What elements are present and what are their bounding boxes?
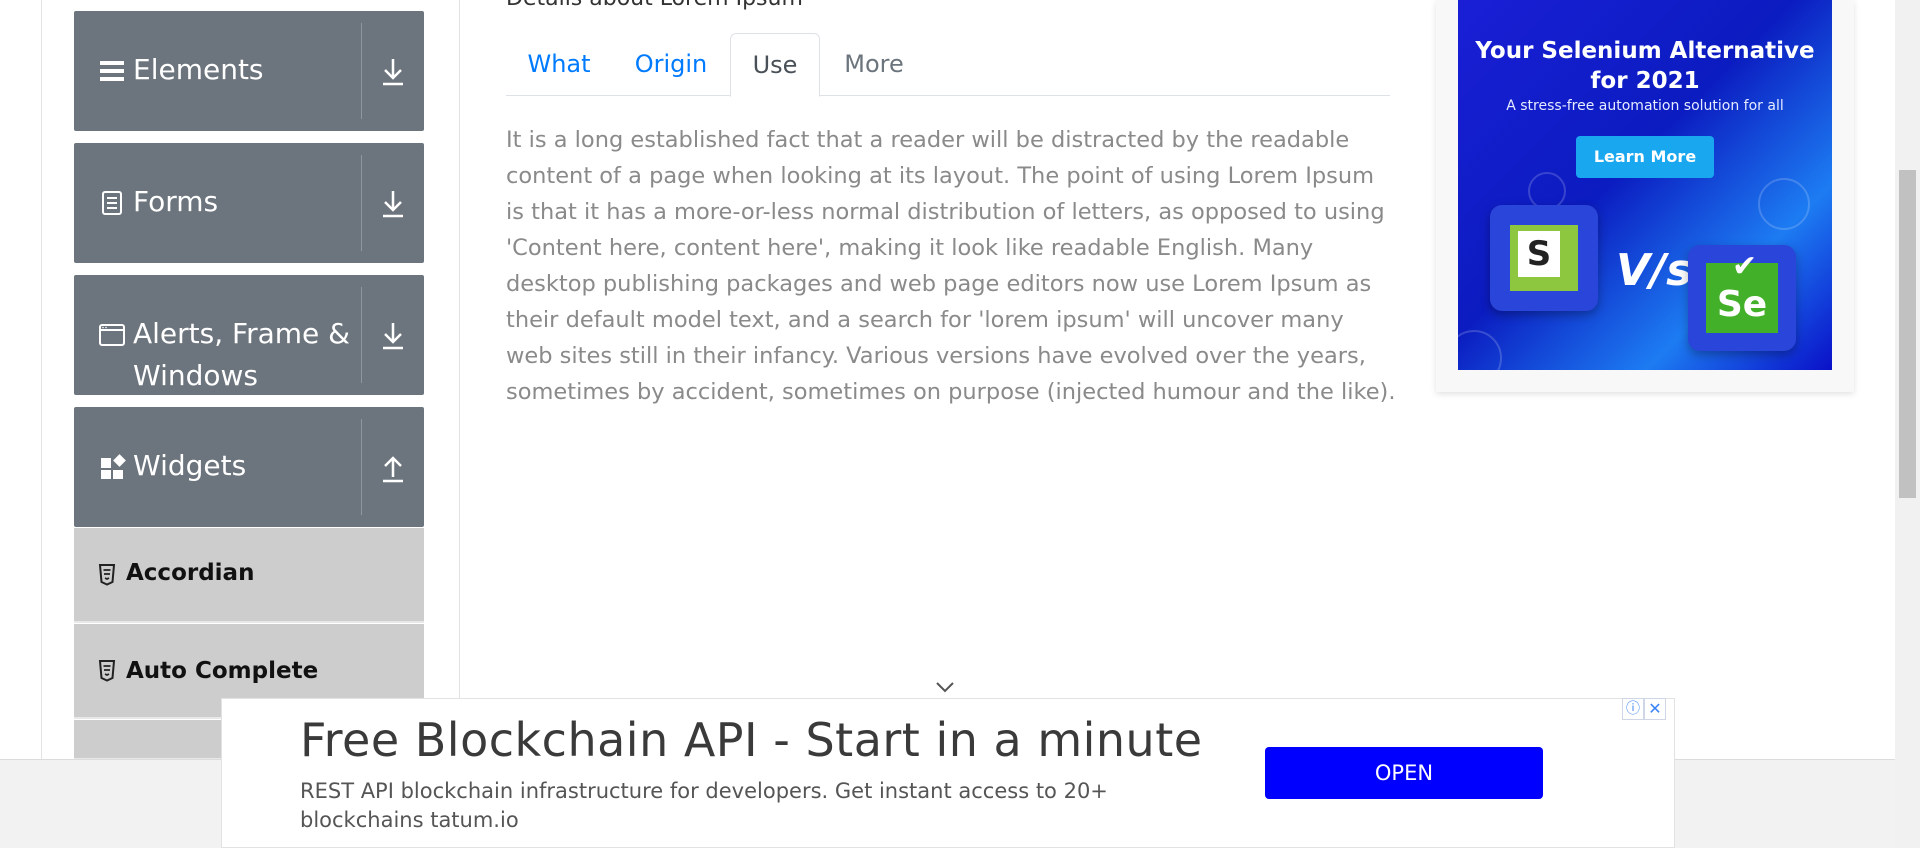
tab-content-text: It is a long established fact that a rea…: [506, 127, 1396, 405]
scrollbar-thumb[interactable]: [1899, 170, 1916, 498]
sidebar-item-label: Accordian: [126, 560, 255, 586]
sidebar-group-label: Forms: [133, 185, 219, 218]
html5-icon: [98, 564, 116, 586]
versus-text: V/s: [1616, 245, 1693, 296]
sidebar-group-alerts-frame-windows[interactable]: Alerts, Frame & Windows: [74, 275, 424, 395]
group-separator: [361, 23, 362, 119]
ad-close-icon[interactable]: ✕: [1644, 698, 1666, 720]
html5-icon: [98, 660, 116, 682]
ad-title-line2: for 2021: [1590, 68, 1700, 94]
ad-headline[interactable]: Free Blockchain API - Start in a minute: [300, 713, 1203, 767]
group-separator: [361, 287, 362, 383]
sidebar-group-label-line2: Windows: [133, 359, 258, 392]
sidebar-group-label-line1: Alerts, Frame &: [133, 317, 351, 350]
group-separator: [361, 155, 362, 251]
widgets-icon: [101, 454, 126, 479]
chevron-down-icon[interactable]: [934, 680, 956, 694]
download-arrow-icon[interactable]: [374, 185, 412, 223]
sidebar-divider: [459, 0, 460, 760]
tab-more: More: [844, 50, 904, 78]
ad-title: Your Selenium Alternative for 2021: [1458, 36, 1832, 96]
hamburger-icon: [100, 61, 124, 81]
open-button[interactable]: OPEN: [1265, 747, 1543, 799]
sidebar-group-elements[interactable]: Elements: [74, 11, 424, 131]
ad-banner[interactable]: Your Selenium Alternative for 2021 A str…: [1458, 0, 1832, 370]
document-icon: [102, 191, 122, 215]
tab-what[interactable]: What: [506, 33, 612, 96]
upload-arrow-icon[interactable]: [374, 449, 412, 487]
ad-title-line1: Your Selenium Alternative: [1475, 38, 1815, 64]
sidebar-group-widgets[interactable]: Widgets: [74, 407, 424, 527]
page-left-border: [41, 0, 42, 760]
window-icon: [99, 324, 125, 346]
section-caption: Details about Lorem Ipsum: [506, 0, 803, 11]
testsigma-logo: S: [1490, 205, 1598, 311]
learn-more-button[interactable]: Learn More: [1576, 136, 1714, 178]
tab-bar: What Origin Use More: [506, 33, 1390, 97]
selenium-logo: Se ✔: [1688, 245, 1796, 351]
check-icon: ✔: [1732, 249, 1758, 284]
sidebar-item-label: Auto Complete: [126, 658, 319, 684]
ad-subtitle: A stress-free automation solution for al…: [1506, 98, 1784, 114]
sidebar-group-label: Elements: [133, 53, 264, 86]
ad-info-icon[interactable]: ⓘ: [1622, 698, 1644, 720]
decorative-circle: [1458, 330, 1502, 370]
bottom-advertisement[interactable]: ⓘ ✕ Free Blockchain API - Start in a min…: [221, 698, 1675, 848]
tab-use[interactable]: Use: [730, 33, 820, 97]
logo-letter: S: [1518, 231, 1560, 277]
logo-square: S: [1510, 225, 1578, 291]
sidebar-group-forms[interactable]: Forms: [74, 143, 424, 263]
download-arrow-icon[interactable]: [374, 317, 412, 355]
sidebar-item-accordian[interactable]: Accordian: [74, 528, 424, 623]
download-arrow-icon[interactable]: [374, 53, 412, 91]
sidebar-advertisement[interactable]: Your Selenium Alternative for 2021 A str…: [1436, 0, 1854, 392]
decorative-circle: [1758, 178, 1810, 230]
group-separator: [361, 419, 362, 515]
tab-origin[interactable]: Origin: [612, 33, 730, 96]
sidebar-group-label: Widgets: [133, 449, 247, 482]
ad-description: REST API blockchain infrastructure for d…: [300, 779, 1108, 832]
vertical-scrollbar[interactable]: [1895, 0, 1920, 848]
